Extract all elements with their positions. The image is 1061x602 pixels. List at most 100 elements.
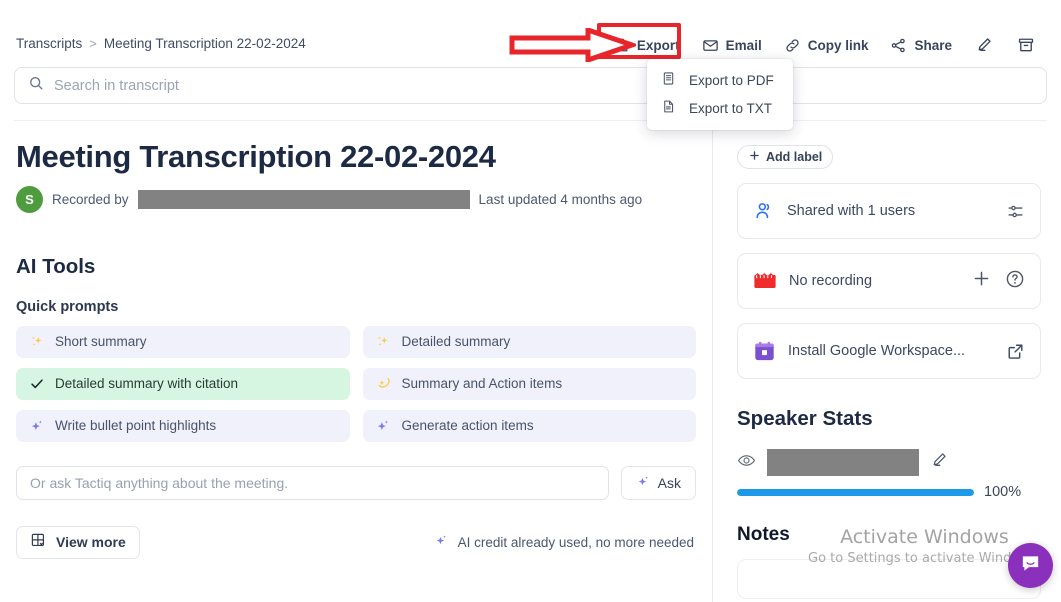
avatar: S bbox=[16, 185, 43, 213]
no-recording-label: No recording bbox=[789, 273, 873, 289]
export-label: Export bbox=[636, 37, 680, 53]
breadcrumb: Transcripts > Meeting Transcription 22-0… bbox=[16, 36, 306, 51]
notes-box[interactable] bbox=[737, 559, 1041, 599]
shared-with-users-card[interactable]: Shared with 1 users bbox=[737, 183, 1041, 239]
export-to-pdf-label: Export to PDF bbox=[689, 72, 774, 88]
last-updated-label: Last updated 4 months ago bbox=[478, 191, 643, 207]
install-google-workspace-card[interactable]: Install Google Workspace... bbox=[737, 323, 1041, 379]
toolbar: Export Email Copy link Share bbox=[596, 23, 1047, 59]
prompt-label: Short summary bbox=[55, 334, 147, 350]
prompt-summary-and-action-items[interactable]: Summary and Action items bbox=[362, 367, 696, 400]
envelope-icon bbox=[702, 37, 719, 54]
ask-button-label: Ask bbox=[657, 474, 681, 491]
chat-widget-button[interactable] bbox=[1008, 543, 1053, 588]
edit-button[interactable] bbox=[963, 32, 1005, 58]
view-more-button[interactable]: View more bbox=[16, 525, 140, 559]
search-icon bbox=[28, 75, 44, 96]
export-to-txt-label: Export to TXT bbox=[689, 100, 773, 116]
speaker-row bbox=[737, 449, 1041, 476]
no-recording-actions bbox=[972, 269, 1025, 294]
eye-icon[interactable] bbox=[737, 451, 756, 475]
prompt-label: Detailed summary bbox=[401, 334, 511, 350]
prompt-short-summary[interactable]: Short summary bbox=[16, 325, 350, 358]
chat-bubble-icon bbox=[1019, 552, 1042, 580]
meta-row: S Recorded by Last updated 4 months ago bbox=[16, 185, 696, 213]
main-content: Meeting Transcription 22-02-2024 S Recor… bbox=[0, 121, 712, 602]
speaker-percent-row: 100% bbox=[737, 484, 1041, 500]
ai-credit-note: AI credit already used, no more needed bbox=[434, 533, 696, 551]
speaker-name-redacted bbox=[767, 449, 919, 476]
speaker-progress-track bbox=[737, 488, 974, 496]
speaker-percent-label: 100% bbox=[984, 484, 1022, 500]
share-icon bbox=[890, 37, 907, 54]
ask-row: Ask bbox=[16, 465, 696, 500]
export-to-txt-item[interactable]: Export to TXT bbox=[647, 94, 793, 122]
add-label-button[interactable]: Add label bbox=[737, 145, 834, 169]
plus-icon bbox=[748, 149, 761, 165]
view-more-label: View more bbox=[56, 534, 126, 551]
sparkle-purple-icon bbox=[434, 533, 449, 551]
grid-icon bbox=[30, 532, 47, 552]
pdf-document-icon bbox=[661, 71, 676, 89]
sparkle-purple-icon bbox=[375, 418, 392, 434]
link-icon bbox=[784, 37, 801, 54]
shared-with-users-label: Shared with 1 users bbox=[787, 203, 916, 219]
prompt-label: Summary and Action items bbox=[401, 376, 563, 392]
copy-link-label: Copy link bbox=[807, 37, 869, 53]
install-google-workspace-label: Install Google Workspace... bbox=[788, 343, 966, 359]
breadcrumb-separator: > bbox=[89, 36, 97, 51]
recorded-by-redacted-value bbox=[137, 189, 470, 209]
external-link-icon[interactable] bbox=[1006, 342, 1025, 361]
sparkle-purple-icon bbox=[28, 418, 45, 434]
speaker-stats-title: Speaker Stats bbox=[737, 407, 873, 430]
breadcrumb-root[interactable]: Transcripts bbox=[16, 36, 82, 51]
prompt-label: Generate action items bbox=[401, 418, 534, 434]
clapperboard-red-icon bbox=[753, 271, 777, 292]
email-label: Email bbox=[725, 37, 762, 53]
sliders-icon[interactable] bbox=[1006, 202, 1025, 221]
pencil-icon[interactable] bbox=[930, 451, 948, 474]
comet-yellow-icon bbox=[375, 375, 392, 392]
search-input[interactable] bbox=[54, 77, 1033, 94]
share-label: Share bbox=[914, 37, 952, 53]
breadcrumb-current[interactable]: Meeting Transcription 22-02-2024 bbox=[104, 36, 306, 51]
export-to-pdf-item[interactable]: Export to PDF bbox=[647, 66, 793, 94]
no-recording-card[interactable]: No recording bbox=[737, 253, 1041, 309]
app-root: Transcripts > Meeting Transcription 22-0… bbox=[0, 0, 1061, 602]
prompt-label: Detailed summary with citation bbox=[55, 376, 239, 392]
archive-button[interactable] bbox=[1005, 32, 1047, 58]
quick-prompts-grid: Short summary Detailed summary Detailed … bbox=[16, 325, 696, 442]
people-icon bbox=[753, 200, 775, 222]
export-button-wrapper: Export bbox=[596, 23, 691, 59]
sidebar: Add label Shared with 1 users No recordi… bbox=[713, 121, 1061, 602]
quick-prompts-label: Quick prompts bbox=[16, 298, 119, 315]
export-dropdown-menu: Export to PDF Export to TXT bbox=[647, 59, 793, 130]
google-calendar-purple-icon bbox=[753, 340, 776, 363]
ai-credit-note-label: AI credit already used, no more needed bbox=[457, 534, 694, 550]
copy-link-button[interactable]: Copy link bbox=[773, 33, 880, 58]
add-label-text: Add label bbox=[766, 150, 823, 164]
prompt-write-bullet-point-highlights[interactable]: Write bullet point highlights bbox=[16, 409, 350, 442]
search-bar[interactable] bbox=[14, 67, 1047, 104]
check-icon bbox=[28, 376, 45, 392]
sparkles-yellow-icon bbox=[375, 334, 392, 350]
prompt-detailed-summary-with-citation[interactable]: Detailed summary with citation bbox=[16, 367, 350, 400]
ask-input[interactable] bbox=[16, 465, 609, 500]
plus-icon[interactable] bbox=[972, 269, 991, 293]
prompt-detailed-summary[interactable]: Detailed summary bbox=[362, 325, 696, 358]
help-circle-icon[interactable] bbox=[1005, 269, 1025, 294]
ai-tools-title: AI Tools bbox=[16, 254, 96, 278]
sparkle-purple-icon bbox=[636, 474, 651, 492]
sparkles-yellow-icon bbox=[28, 334, 45, 350]
recorded-by-label: Recorded by bbox=[52, 191, 129, 207]
email-button[interactable]: Email bbox=[691, 33, 773, 58]
share-button[interactable]: Share bbox=[879, 33, 963, 58]
ask-button[interactable]: Ask bbox=[620, 465, 696, 500]
speaker-progress-fill bbox=[737, 488, 974, 496]
txt-document-icon bbox=[661, 99, 676, 117]
archive-icon bbox=[1017, 36, 1035, 54]
bottom-row: View more AI credit already used, no mor… bbox=[16, 525, 696, 559]
export-button[interactable]: Export bbox=[603, 33, 691, 57]
prompt-generate-action-items[interactable]: Generate action items bbox=[362, 409, 696, 442]
page-title: Meeting Transcription 22-02-2024 bbox=[16, 139, 496, 174]
